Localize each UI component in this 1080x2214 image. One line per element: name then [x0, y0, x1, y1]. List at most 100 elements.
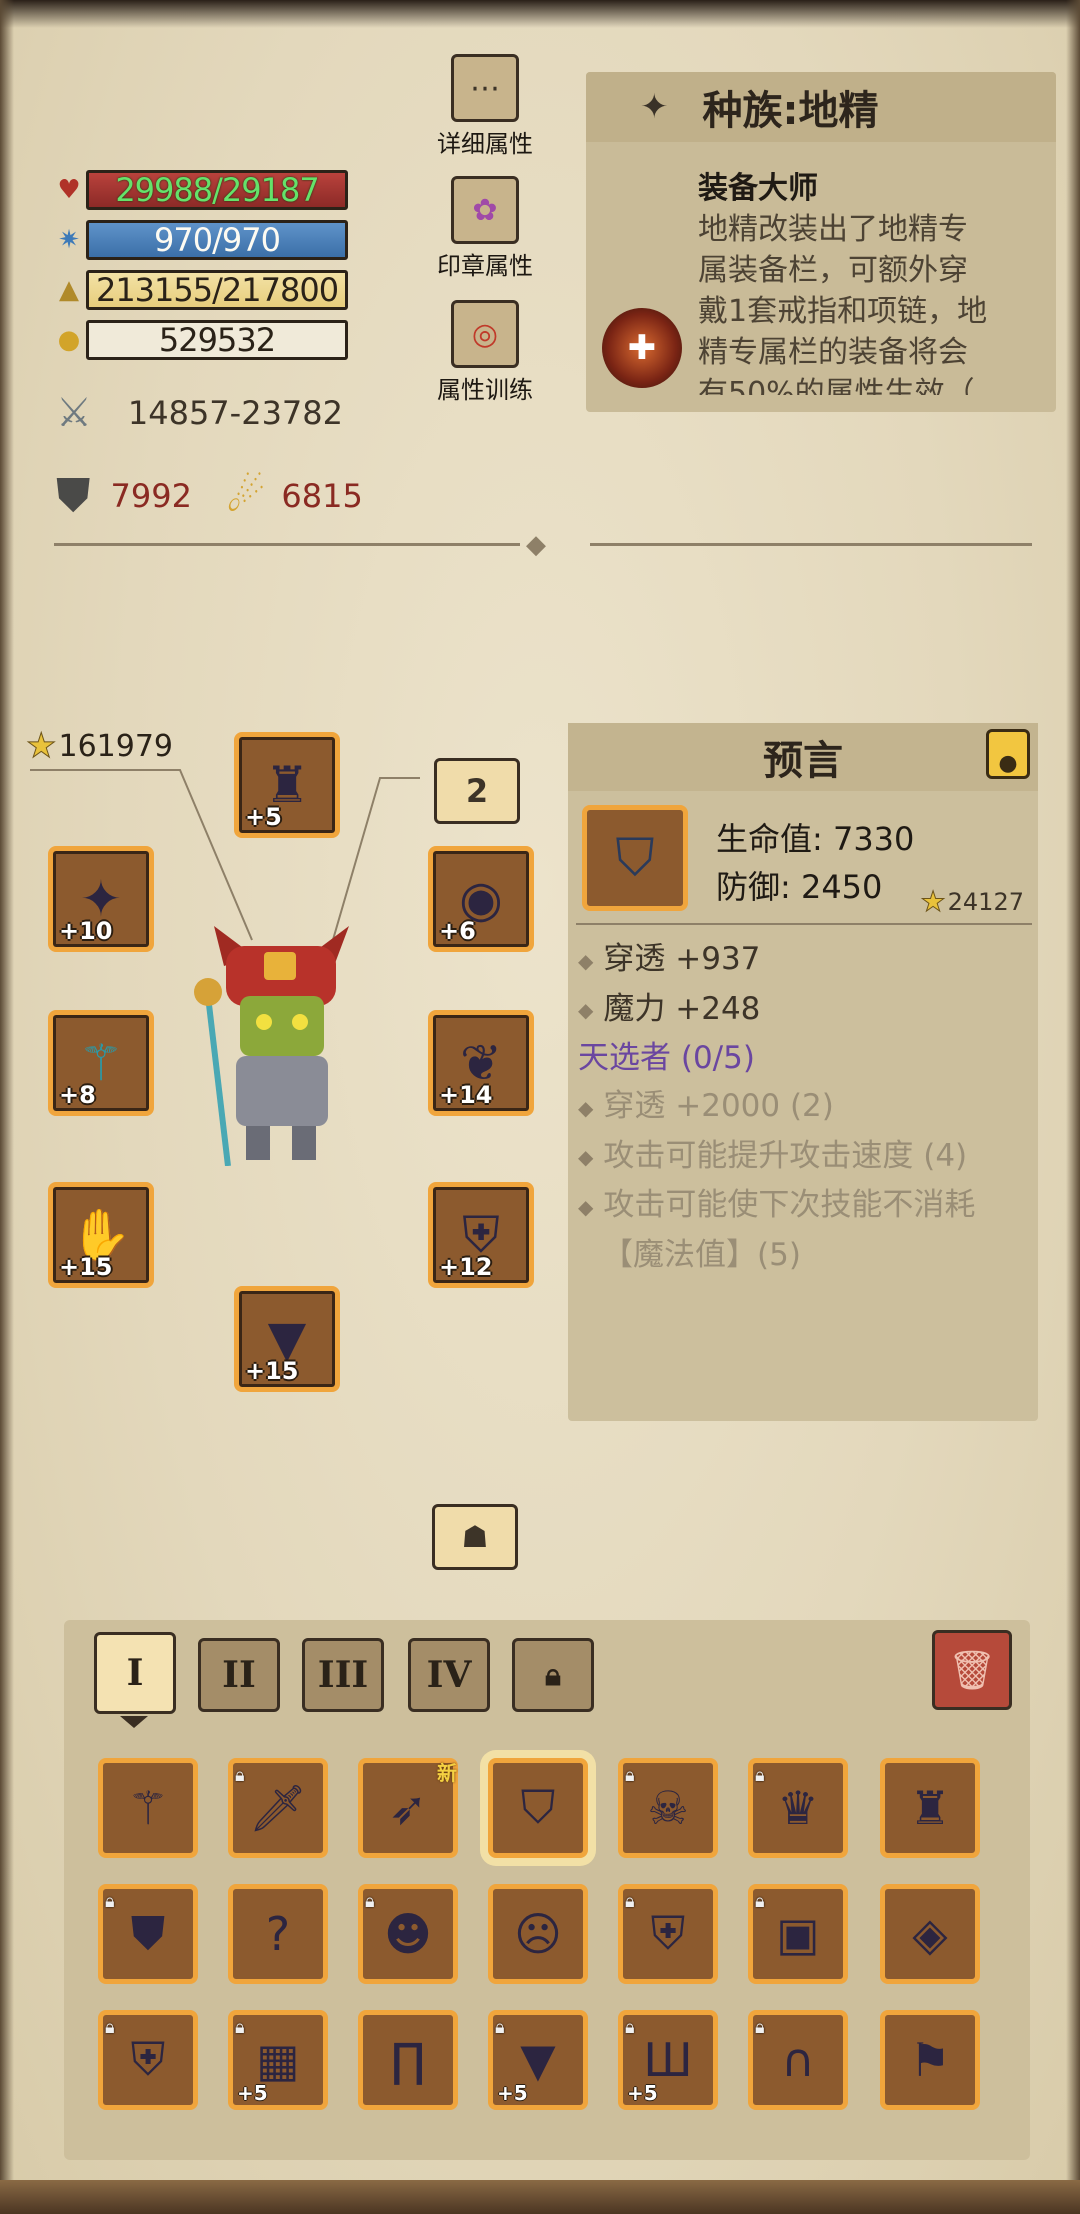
slot-level: +14	[439, 1081, 493, 1109]
inventory-slot[interactable]: ⚚	[98, 1758, 198, 1858]
item-info-panel: 预言 ● ⛉ 生命值: 7330 防御: 2450 ★ 24127 ◆ 穿透 +9…	[568, 723, 1038, 1421]
slot-staff[interactable]: ⚚ +8	[48, 1010, 154, 1116]
collapse-button[interactable]: ☗	[432, 1504, 518, 1570]
bullet-icon: ◆	[578, 998, 594, 1022]
item-attributes: ◆ 穿透 +937 ◆ 魔力 +248 天选者 (0/5) ◆ 穿透 +2000 (2…	[578, 935, 1028, 1279]
slot-level: +12	[439, 1253, 493, 1281]
inventory-slot[interactable]: ⛉	[488, 1758, 588, 1858]
padlock-icon[interactable]: ●	[986, 729, 1030, 779]
bullet-icon: ◆	[578, 1194, 594, 1219]
item-defense: 防御: 2450	[716, 868, 883, 906]
slot-level: +5	[245, 803, 282, 831]
item-divider	[576, 923, 1032, 925]
set-bonus-text: 攻击可能提升攻击速度 (4)	[603, 1137, 968, 1174]
mini-lock-icon: 🔒︎	[625, 1891, 635, 1912]
inventory-slot[interactable]: ☹	[488, 1884, 588, 1984]
set-bonus-text: 穿透 +2000 (2)	[603, 1088, 834, 1124]
bullet-icon: ◆	[578, 1095, 594, 1120]
mini-lock-icon: 🔒︎	[755, 1765, 765, 1786]
bullet-icon: ◆	[578, 948, 594, 973]
tab-3[interactable]: III	[302, 1638, 384, 1712]
inventory-slot[interactable]: ♜	[880, 1758, 980, 1858]
set-name: 天选者 (0/5)	[578, 1040, 755, 1076]
tab-1[interactable]: I	[94, 1632, 176, 1714]
mini-lock-icon: 🔒︎	[495, 2017, 505, 2038]
shadow-armor-icon: ▦	[256, 2033, 300, 2087]
mini-lock-icon: 🔒︎	[755, 2017, 765, 2038]
inventory-slot[interactable]: ▣ 🔒︎	[748, 1884, 848, 1984]
set-bonus-line: ◆ 穿透 +2000 (2)	[578, 1082, 1028, 1132]
star-icon: ★	[920, 885, 946, 919]
fur-mask-icon: ☻	[384, 1907, 432, 1961]
inventory-slot[interactable]: ∏	[358, 2010, 458, 2110]
goblin-hero-portrait	[194, 926, 349, 1166]
mini-lock-icon: 🔒︎	[235, 1765, 245, 1786]
inventory-slot[interactable]: ▦ 🔒︎ +5	[228, 2010, 328, 2110]
mini-lock-icon: 🔒︎	[235, 2017, 245, 2038]
new-tag: 新	[437, 1761, 457, 1785]
slot-necklace[interactable]: ◉ +6	[428, 846, 534, 952]
slot-legs[interactable]: ▼ +15	[234, 1286, 340, 1392]
bullet-icon: ◆	[578, 1145, 594, 1169]
inventory-slot[interactable]: 🗡︎ 🔒︎	[228, 1758, 328, 1858]
inventory-slot[interactable]: ?	[228, 1884, 328, 1984]
mini-lock-icon: 🔒︎	[625, 2017, 635, 2038]
slot-level: +6	[439, 917, 476, 945]
slot-gloves[interactable]: ✋ +15	[48, 1182, 154, 1288]
tab-2[interactable]: II	[198, 1638, 280, 1712]
slot-level: +15	[59, 1253, 113, 1281]
inventory-slot[interactable]: ➶ 新	[358, 1758, 458, 1858]
inventory-slot[interactable]: ⛨ 🔒︎	[98, 2010, 198, 2110]
slot-level: +15	[245, 1357, 299, 1385]
set-bonus-line: ◆ 攻击可能使下次技能不消耗	[578, 1181, 1028, 1231]
set-bonus-text: 攻击可能使下次技能不消耗	[603, 1187, 976, 1223]
slot-weapon-left[interactable]: ✦ +10	[48, 846, 154, 952]
count-badge[interactable]: 2	[434, 758, 520, 824]
inventory-slot[interactable]: ◈	[880, 1884, 980, 1984]
helmet-icon: ⛉	[520, 1780, 556, 1834]
tab-pointer	[120, 1716, 148, 1728]
inventory-slot[interactable]: ⛨ 🔒︎	[618, 1884, 718, 1984]
item-hp: 生命值: 7330	[716, 820, 915, 858]
inventory-slot[interactable]: Ш 🔒︎ +5	[618, 2010, 718, 2110]
item-score: ★ 24127	[920, 885, 1024, 919]
set-bonus-line-cont: 【魔法值】(5)	[602, 1236, 801, 1273]
inventory-slot[interactable]: ☻ 🔒︎	[358, 1884, 458, 1984]
goblin-face-icon: ☗	[461, 1519, 489, 1555]
iron-greaves-icon: ∩	[781, 2033, 815, 2087]
horned-helmet-icon: ♜	[909, 1781, 951, 1835]
mystery-helmet-icon: ?	[265, 1907, 291, 1961]
attr-line: ◆ 魔力 +248	[578, 985, 1028, 1035]
feather-dagger-icon: ➶	[388, 1781, 428, 1835]
inventory-slot[interactable]: ▼ 🔒︎ +5	[488, 2010, 588, 2110]
sword-icon: 🗡︎	[248, 1780, 308, 1835]
red-pants-icon: ∏	[390, 2033, 426, 2087]
item-title: 预言	[568, 723, 1038, 791]
inventory-slot[interactable]: ☠ 🔒︎	[618, 1758, 718, 1858]
mini-lock-icon: 🔒︎	[755, 1891, 765, 1912]
slot-level: +5	[497, 2081, 528, 2105]
inventory-slot[interactable]: ∩ 🔒︎	[748, 2010, 848, 2110]
inventory-slot[interactable]: ♛ 🔒︎	[748, 1758, 848, 1858]
staff-icon: ⚚	[127, 1781, 169, 1835]
slot-level: +5	[627, 2081, 658, 2105]
item-base-stats: 生命值: 7330 防御: 2450	[716, 815, 914, 911]
inventory-slot[interactable]: ⚑	[880, 2010, 980, 2110]
attr-line: ◆ 穿透 +937	[578, 935, 1028, 985]
tab-locked[interactable]: 🔒︎	[512, 1638, 594, 1712]
mini-lock-icon: 🔒︎	[105, 2017, 115, 2038]
attr-text: 穿透 +937	[603, 941, 761, 977]
trash-button[interactable]: 🗑︎	[932, 1630, 1012, 1710]
tab-4[interactable]: IV	[408, 1638, 490, 1712]
slot-armor[interactable]: ⛨ +12	[428, 1182, 534, 1288]
slot-level: +5	[237, 2081, 268, 2105]
mini-lock-icon: 🔒︎	[625, 1765, 635, 1786]
slot-shoulder[interactable]: ❦ +14	[428, 1010, 534, 1116]
inventory-slot[interactable]: ⛊ 🔒︎	[98, 1884, 198, 1984]
slot-helmet[interactable]: ♜ +5	[234, 732, 340, 838]
mini-lock-icon: 🔒︎	[105, 1891, 115, 1912]
set-bonus-line: ◆ 攻击可能提升攻击速度 (4)	[578, 1132, 1028, 1182]
bull-skull-helmet-icon: ☠	[647, 1781, 689, 1835]
noble-coat-icon: ⚑	[909, 2033, 951, 2087]
leather-vest-icon: ▣	[776, 1907, 820, 1961]
